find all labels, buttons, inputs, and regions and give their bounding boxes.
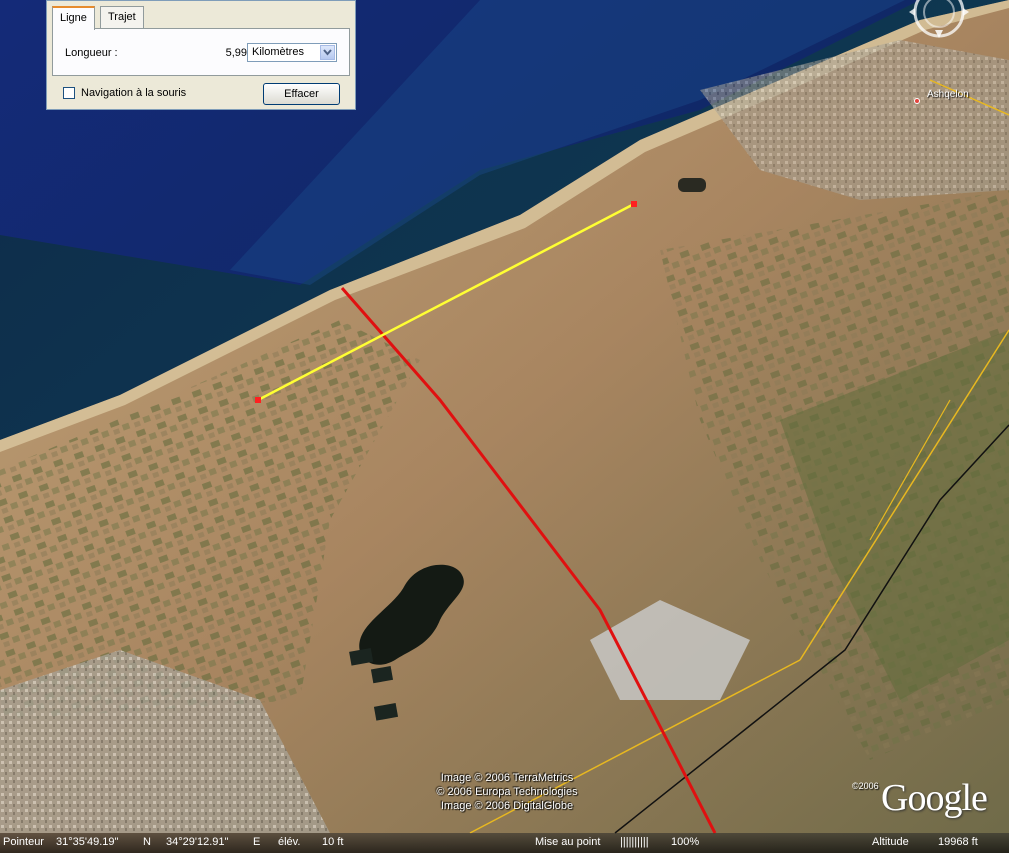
compass-icon[interactable] <box>907 0 971 40</box>
status-bar: Pointeur 31°35'49.19" N 34°29'12.91" E é… <box>0 833 1009 853</box>
latitude-value: 31°35'49.19" <box>56 836 119 848</box>
place-marker-icon[interactable] <box>914 98 920 104</box>
credit-line: © 2006 Europa Technologies <box>436 786 578 798</box>
tab-trajet[interactable]: Trajet <box>100 6 144 28</box>
unit-select-value: Kilomètres <box>252 46 304 58</box>
longitude-value: 34°29'12.91" <box>166 836 229 848</box>
latitude-hemisphere: N <box>143 836 151 848</box>
focus-bar: |||||||||| <box>620 836 649 848</box>
google-logo: Google <box>881 777 988 819</box>
focus-label: Mise au point <box>535 836 601 848</box>
ruler-panel: Ligne Trajet Longueur : 5,99 Kilomètres … <box>46 0 356 110</box>
unit-select[interactable]: Kilomètres <box>247 43 337 62</box>
measure-end-point[interactable] <box>631 201 637 207</box>
image-credits: Image © 2006 TerraMetrics © 2006 Europa … <box>392 771 622 813</box>
length-label: Longueur : <box>65 47 118 59</box>
altitude-label: Altitude <box>872 836 909 848</box>
satellite-map[interactable] <box>0 0 1009 853</box>
clear-button[interactable]: Effacer <box>263 83 340 105</box>
pond-4 <box>678 178 706 192</box>
mouse-nav-checkbox[interactable] <box>63 87 75 99</box>
credit-line: Image © 2006 TerraMetrics <box>440 772 574 784</box>
altitude-value: 19968 ft <box>938 836 978 848</box>
length-value: 5,99 <box>225 47 247 59</box>
place-label[interactable]: Ashqelon <box>927 89 969 100</box>
tab-ligne[interactable]: Ligne <box>52 6 95 30</box>
focus-percent: 100% <box>671 836 700 848</box>
mouse-nav-label[interactable]: Navigation à la souris <box>81 87 186 99</box>
credit-line: Image © 2006 DigitalGlobe <box>440 800 574 812</box>
pointer-label: Pointeur <box>3 836 44 848</box>
elevation-label: élév. <box>278 836 301 848</box>
logo-copyright: ©2006 <box>852 781 879 791</box>
longitude-hemisphere: E <box>253 836 261 848</box>
tab-content: Longueur : 5,99 Kilomètres <box>52 28 350 76</box>
measure-start-point[interactable] <box>255 397 261 403</box>
chevron-down-icon[interactable] <box>320 45 335 60</box>
elevation-value: 10 ft <box>322 836 344 848</box>
